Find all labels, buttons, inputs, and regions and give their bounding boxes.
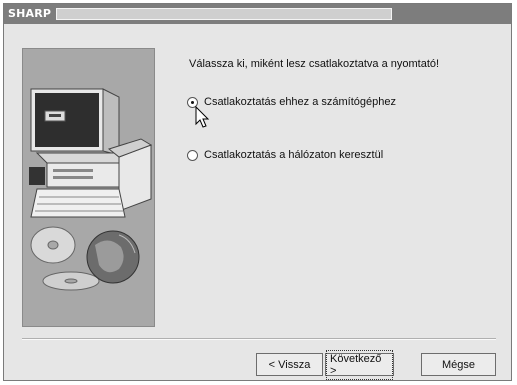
- back-button[interactable]: < Vissza: [256, 353, 323, 376]
- title-bar-field: [56, 8, 392, 20]
- connection-prompt: Válassza ki, miként lesz csatlakoztatva …: [189, 58, 440, 70]
- option-local-label[interactable]: Csatlakoztatás ehhez a számítógéphez: [204, 96, 396, 108]
- next-button-label[interactable]: Következő >: [326, 349, 393, 380]
- title-bar[interactable]: SHARP: [4, 4, 511, 24]
- option-network-label[interactable]: Csatlakoztatás a hálózaton keresztül: [204, 149, 383, 161]
- mouse-cursor-icon: [195, 106, 210, 128]
- radio-network-connection[interactable]: [187, 149, 198, 161]
- wizard-illustration-panel: [22, 48, 155, 327]
- option-network-connection[interactable]: Csatlakoztatás a hálózaton keresztül: [187, 149, 383, 161]
- window-title: SHARP: [8, 7, 52, 20]
- next-button[interactable]: Következő >: [325, 349, 394, 380]
- button-separator: [22, 338, 496, 340]
- computer-illustration: [29, 88, 153, 291]
- cancel-button[interactable]: Mégse: [421, 353, 496, 376]
- option-local-connection[interactable]: Csatlakoztatás ehhez a számítógéphez: [187, 96, 396, 108]
